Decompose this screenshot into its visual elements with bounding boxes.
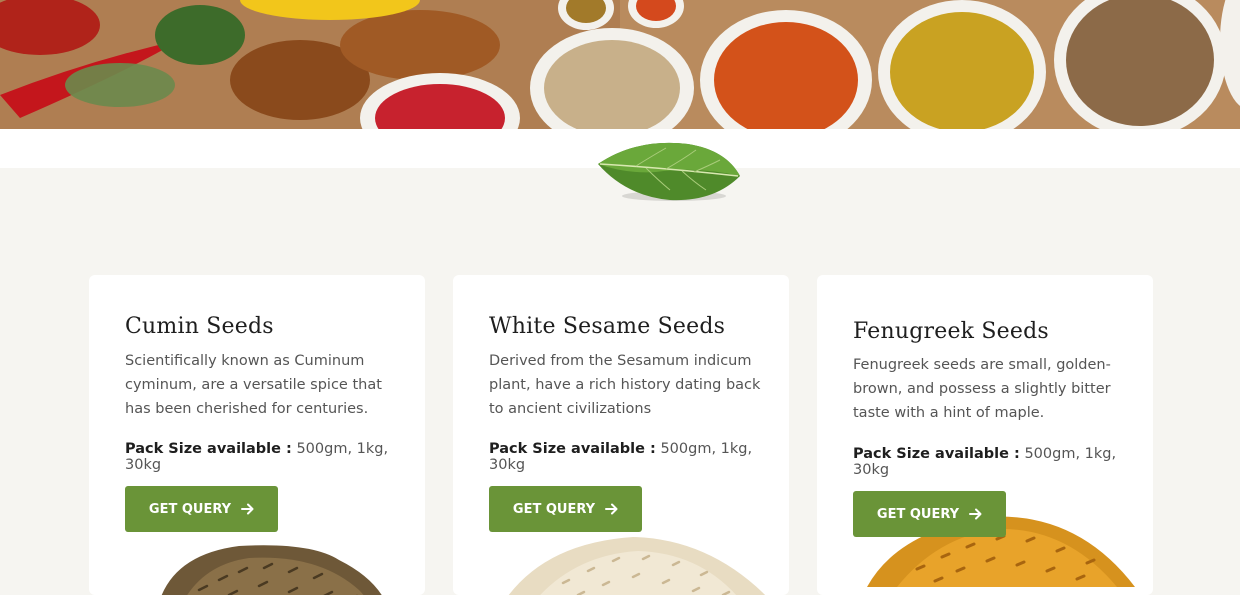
get-query-label: GET QUERY bbox=[876, 506, 960, 522]
get-query-label: GET QUERY bbox=[148, 501, 232, 517]
product-title: Cumin Seeds bbox=[125, 314, 274, 339]
product-title: Fenugreek Seeds bbox=[853, 319, 1049, 344]
spices-banner-image bbox=[0, 0, 1240, 129]
arrow-right-icon bbox=[241, 503, 254, 515]
hero-spices-banner bbox=[0, 0, 1240, 129]
product-card-cumin: Cumin Seeds Scientifically known as Cumi… bbox=[89, 275, 425, 595]
get-query-label: GET QUERY bbox=[512, 501, 596, 517]
basil-leaf-icon bbox=[596, 138, 742, 209]
pack-size: Pack Size available : 500gm, 1kg, 30kg bbox=[125, 441, 425, 473]
pack-size: Pack Size available : 500gm, 1kg, 30kg bbox=[489, 441, 789, 473]
arrow-right-icon bbox=[969, 508, 982, 520]
product-description: Fenugreek seeds are small, golden-brown,… bbox=[853, 357, 1111, 421]
arrow-right-icon bbox=[605, 503, 618, 515]
product-title: White Sesame Seeds bbox=[489, 314, 726, 339]
product-card-white-sesame: White Sesame Seeds Derived from the Sesa… bbox=[453, 275, 789, 595]
pack-size: Pack Size available : 500gm, 1kg, 30kg bbox=[853, 446, 1153, 478]
get-query-button[interactable]: GET QUERY bbox=[125, 486, 278, 532]
get-query-button[interactable]: GET QUERY bbox=[853, 491, 1006, 537]
pack-size-label: Pack Size available : bbox=[125, 441, 292, 457]
product-card-fenugreek: Fenugreek Seeds Fenugreek seeds are smal… bbox=[817, 275, 1153, 595]
pack-size-label: Pack Size available : bbox=[853, 446, 1020, 462]
get-query-button[interactable]: GET QUERY bbox=[489, 486, 642, 532]
product-description: Scientifically known as Cuminum cyminum,… bbox=[125, 353, 382, 417]
pack-size-label: Pack Size available : bbox=[489, 441, 656, 457]
product-description: Derived from the Sesamum indicum plant, … bbox=[489, 353, 761, 417]
